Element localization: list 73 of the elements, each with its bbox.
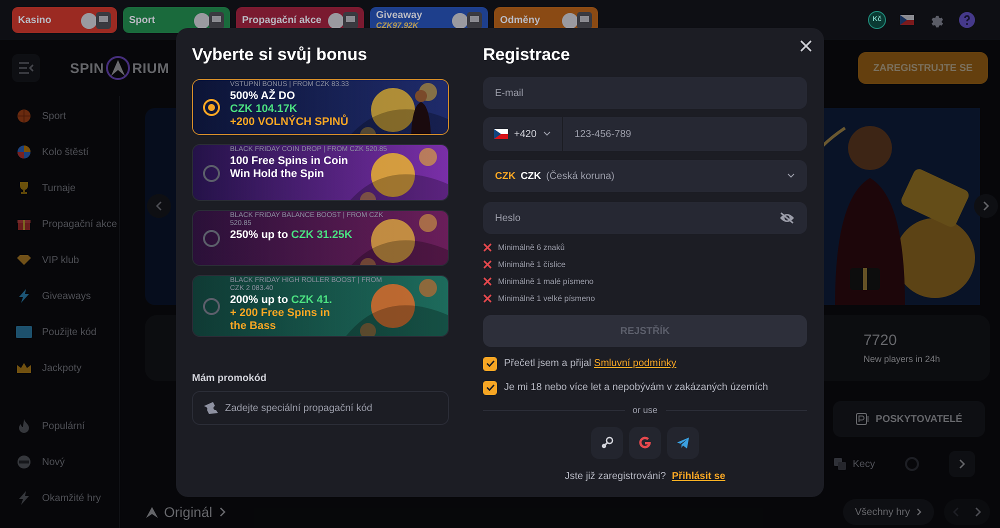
chevron-right-icon[interactable] <box>974 507 982 517</box>
login-link[interactable]: Přihlásit se <box>672 468 726 484</box>
bonus-text: + 200 Free Spins in <box>230 307 331 320</box>
logo-icon <box>145 506 159 518</box>
menu-icon <box>18 62 34 74</box>
sidebar-item[interactable]: Jackpoty <box>16 358 119 378</box>
lightning-icon <box>16 289 32 303</box>
next-button[interactable] <box>949 451 975 477</box>
chevron-right-icon <box>916 508 922 516</box>
paper-plane-icon <box>676 436 690 450</box>
sidebar-item[interactable]: Použijte kód <box>16 322 119 342</box>
telegram-login-button[interactable] <box>667 426 699 458</box>
dialog-title: Vyberte si svůj bonus <box>192 44 368 66</box>
badge-icon <box>16 455 32 469</box>
terms-link[interactable]: Smluvní podmínky <box>594 358 676 369</box>
sidebar-item[interactable]: Sport <box>16 106 119 126</box>
ticket-icon <box>203 401 219 415</box>
sidebar-item[interactable]: Okamžité hry <box>16 488 119 508</box>
stats-value: 7720 <box>863 331 898 351</box>
promo-label: Mám promokód <box>192 372 268 386</box>
chevron-right-icon <box>982 201 990 211</box>
flame-icon <box>16 419 32 433</box>
gem-icon <box>16 254 32 266</box>
sidebar-item[interactable]: Propagační akce <box>16 214 119 234</box>
crown-icon <box>16 362 32 374</box>
login-prompt: Jste již zaregistrováni? <box>564 470 666 484</box>
dialog-title: Registrace <box>483 44 571 66</box>
category-link[interactable]: Kecy <box>832 456 875 472</box>
promo-code-field[interactable]: Zadejte speciální propagační kód <box>192 391 449 425</box>
sidebar-item[interactable]: Populární <box>16 416 119 436</box>
sidebar-item[interactable]: VIP klub <box>16 250 119 270</box>
sidebar-item[interactable]: Giveaways <box>16 286 119 306</box>
close-icon <box>800 40 812 52</box>
wheel-icon <box>16 145 32 159</box>
logo-text: SPIN <box>70 58 104 78</box>
sidebar-item[interactable]: Turnaje <box>16 178 119 198</box>
giveaway-amount: CZK97.92K <box>376 21 418 30</box>
email-field[interactable]: E-mail <box>483 77 807 109</box>
logo-text: RIUM <box>132 58 170 78</box>
category-tab[interactable]: Sport <box>123 7 230 33</box>
divider-label: or use <box>632 404 658 417</box>
checkbox[interactable] <box>483 356 497 370</box>
bonus-text: the Bass <box>230 320 277 333</box>
next-button[interactable] <box>974 194 998 218</box>
chevron-right-icon <box>219 507 226 517</box>
close-button[interactable] <box>798 38 814 54</box>
ball-icon <box>16 109 32 123</box>
sidebar-item[interactable]: Nový <box>16 452 119 472</box>
check-icon <box>486 360 494 367</box>
dice-icon <box>832 457 847 471</box>
providers-button[interactable]: POSKYTOVATELÉ <box>833 401 985 437</box>
card-icon <box>16 326 32 338</box>
consent-text: Je mi 18 nebo více let a nepobývám v zakázaných územích <box>504 381 768 395</box>
section-link[interactable]: Originál <box>145 502 226 522</box>
chevron-right-icon <box>958 459 966 469</box>
google-login-button[interactable] <box>629 426 661 458</box>
stats-label: New players in 24h <box>863 352 940 366</box>
checkbox[interactable] <box>483 380 497 394</box>
all-games-button[interactable]: Všechny hry <box>842 499 934 525</box>
sidebar-item[interactable]: Kolo štěstí <box>16 142 119 162</box>
category-tab[interactable]: Kasino <box>12 7 117 33</box>
register-button[interactable]: ZAREGISTRUJTE SE <box>858 52 988 84</box>
flag-icon[interactable] <box>900 15 914 25</box>
menu-button[interactable] <box>12 54 40 82</box>
gift-icon <box>16 217 32 231</box>
steam-login-button[interactable] <box>591 426 623 458</box>
google-icon <box>638 436 652 450</box>
consent-text: Přečetl jsem a přijal Smluvní podmínky <box>504 357 676 371</box>
provider-icon <box>856 413 870 425</box>
lightning-icon <box>16 491 32 505</box>
check-icon <box>486 384 494 391</box>
logo-icon <box>105 55 132 81</box>
help-icon[interactable] <box>958 11 976 29</box>
